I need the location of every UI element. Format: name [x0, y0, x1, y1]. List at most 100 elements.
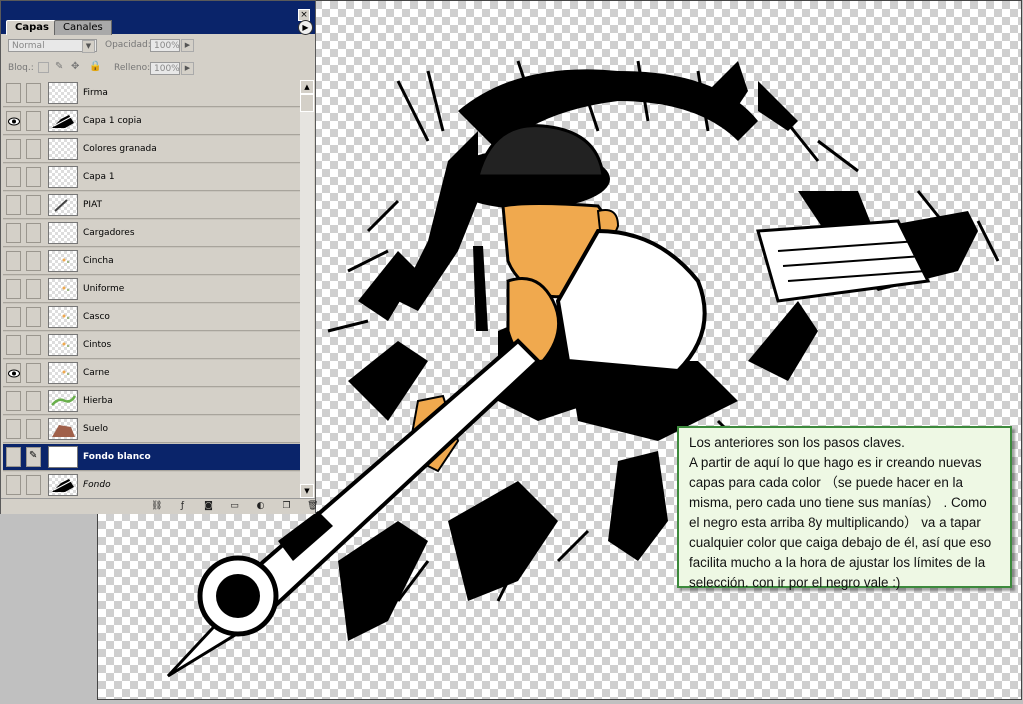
layer-row[interactable]: Capa 1 copia: [3, 108, 300, 135]
link-slot[interactable]: [26, 251, 41, 271]
link-slot[interactable]: [26, 83, 41, 103]
layer-thumbnail: [48, 222, 78, 244]
link-slot[interactable]: [26, 167, 41, 187]
layer-row[interactable]: Carne: [3, 360, 300, 387]
scroll-thumb[interactable]: [300, 94, 314, 112]
layer-thumbnail: [48, 82, 78, 104]
link-slot[interactable]: [26, 139, 41, 159]
layer-thumbnail: [48, 250, 78, 272]
link-slot[interactable]: [26, 223, 41, 243]
blend-mode-select[interactable]: Normal ▼: [8, 39, 97, 53]
layers-palette[interactable]: Capas Canales × ▶ Normal ▼ Opacidad: 100…: [0, 0, 318, 514]
layer-row[interactable]: Uniforme: [3, 276, 300, 303]
link-slot[interactable]: [26, 195, 41, 215]
layer-row[interactable]: Colores granada: [3, 136, 300, 163]
eye-icon[interactable]: [6, 139, 21, 159]
layer-name: Cincha: [83, 256, 114, 266]
layer-row[interactable]: Cincha: [3, 248, 300, 275]
lock-move-icon[interactable]: ✥: [71, 61, 79, 72]
link-slot[interactable]: [26, 363, 41, 383]
layer-row[interactable]: Casco: [3, 304, 300, 331]
layer-thumbnail: [48, 362, 78, 384]
layer-style-icon[interactable]: ƒ: [177, 501, 188, 512]
eye-icon[interactable]: [6, 111, 21, 131]
layer-name: Firma: [83, 88, 108, 98]
layer-row[interactable]: Capa 1: [3, 164, 300, 191]
layer-name: Capa 1: [83, 172, 115, 182]
eye-icon[interactable]: [6, 391, 21, 411]
link-slot[interactable]: [26, 419, 41, 439]
eye-icon[interactable]: [6, 475, 21, 495]
tab-canales[interactable]: Canales: [54, 20, 112, 35]
new-layer-icon[interactable]: ❐: [281, 501, 292, 512]
eye-icon[interactable]: [6, 279, 21, 299]
layer-row[interactable]: Suelo: [3, 416, 300, 443]
eye-icon[interactable]: [6, 447, 21, 467]
eye-icon[interactable]: [6, 363, 21, 383]
fill-label: Relleno:: [114, 63, 151, 73]
layer-thumbnail: [48, 306, 78, 328]
lock-label: Bloq.:: [8, 63, 34, 73]
layers-list: Firma Capa 1 copia Colores granada Capa 1 PI…: [3, 80, 300, 499]
layer-row[interactable]: PIAT: [3, 192, 300, 219]
fill-slider-icon[interactable]: ▶: [181, 62, 194, 75]
link-slot[interactable]: [26, 391, 41, 411]
tab-capas[interactable]: Capas: [6, 20, 58, 35]
adjustment-icon[interactable]: ◐: [255, 501, 266, 512]
layer-thumbnail: [48, 166, 78, 188]
layer-name: Fondo: [83, 480, 111, 490]
fill-input[interactable]: 100%: [150, 62, 180, 75]
note-text: Los anteriores son los pasos claves. A p…: [689, 435, 992, 590]
palette-menu-icon[interactable]: ▶: [298, 20, 313, 35]
new-set-icon[interactable]: ▭: [229, 501, 240, 512]
layer-row[interactable]: Cintos: [3, 332, 300, 359]
layer-options: Normal ▼ Opacidad: 100% ▶ Bloq.: ✎ ✥ 🔒 R…: [1, 34, 315, 80]
scroll-up-icon[interactable]: ▲: [300, 80, 314, 94]
opacity-input[interactable]: 100%: [150, 39, 180, 52]
trash-icon[interactable]: 🗑: [307, 501, 318, 512]
eye-icon[interactable]: [6, 223, 21, 243]
brush-icon[interactable]: ✎: [26, 447, 41, 467]
eye-icon[interactable]: [6, 251, 21, 271]
eye-icon[interactable]: [6, 419, 21, 439]
layer-name: Uniforme: [83, 284, 125, 294]
layer-name: PIAT: [83, 200, 103, 210]
layer-row[interactable]: Hierba: [3, 388, 300, 415]
layer-row[interactable]: Cargadores: [3, 220, 300, 247]
rifle: [473, 246, 488, 331]
layer-row[interactable]: ✎ Fondo blanco: [3, 444, 300, 471]
chevron-down-icon: ▼: [82, 40, 95, 53]
layer-thumbnail: [48, 446, 78, 468]
eye-icon[interactable]: [6, 167, 21, 187]
link-slot[interactable]: [26, 335, 41, 355]
link-slot[interactable]: [26, 279, 41, 299]
opacity-slider-icon[interactable]: ▶: [181, 39, 194, 52]
layer-row[interactable]: Fondo: [3, 472, 300, 499]
link-slot[interactable]: [26, 111, 41, 131]
layers-scrollbar[interactable]: ▲ ▼: [300, 80, 314, 498]
lock-all-icon[interactable]: 🔒: [89, 61, 101, 72]
eye-icon[interactable]: [6, 83, 21, 103]
layer-name: Cargadores: [83, 228, 135, 238]
layer-thumbnail: [48, 278, 78, 300]
opacity-label: Opacidad:: [105, 40, 151, 50]
scroll-down-icon[interactable]: ▼: [300, 484, 314, 498]
lock-paint-icon[interactable]: ✎: [55, 61, 63, 72]
layer-name: Hierba: [83, 396, 113, 406]
annotation-note: Los anteriores son los pasos claves. A p…: [677, 426, 1012, 590]
eye-icon[interactable]: [6, 307, 21, 327]
layer-name: Casco: [83, 312, 110, 322]
layer-thumbnail: [48, 474, 78, 496]
link-slot[interactable]: [26, 307, 41, 327]
eye-icon[interactable]: [6, 335, 21, 355]
link-slot[interactable]: [26, 475, 41, 495]
link-icon[interactable]: ⛓: [151, 501, 162, 512]
layer-row[interactable]: Firma: [3, 80, 300, 107]
palette-tabs: Capas Canales × ▶: [1, 6, 315, 35]
lock-transparency-icon[interactable]: [38, 62, 49, 73]
layer-thumbnail: [48, 334, 78, 356]
layer-name: Fondo blanco: [83, 452, 151, 462]
blend-mode-value: Normal: [12, 41, 45, 51]
mask-icon[interactable]: ◙: [203, 501, 214, 512]
eye-icon[interactable]: [6, 195, 21, 215]
